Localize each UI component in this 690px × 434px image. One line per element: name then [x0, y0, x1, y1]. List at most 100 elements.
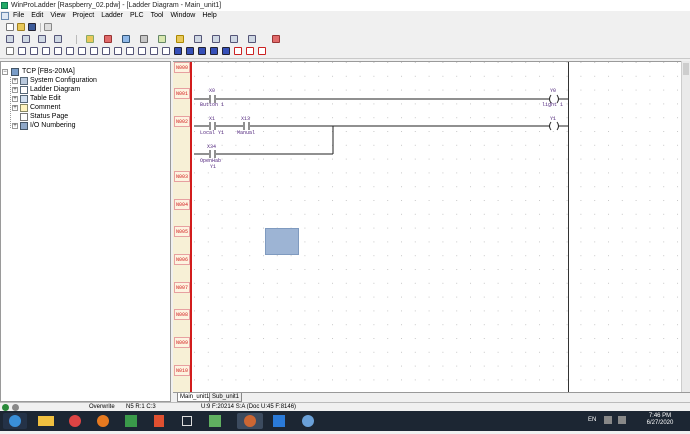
app-outline-icon[interactable] [174, 413, 200, 429]
chrome-icon[interactable] [62, 413, 88, 429]
menu-plc[interactable]: PLC [130, 11, 144, 21]
parallel-icon[interactable] [90, 47, 98, 55]
vertical-scrollbar[interactable] [681, 61, 690, 392]
vertical-line-icon[interactable] [150, 47, 158, 55]
branch-close-icon[interactable] [78, 47, 86, 55]
print-icon[interactable] [44, 23, 52, 31]
counter-icon[interactable] [210, 47, 218, 55]
tool-g-icon[interactable] [122, 35, 130, 43]
rung-number[interactable]: N003 [174, 171, 190, 182]
contact-down-icon[interactable] [54, 47, 62, 55]
firefox-icon[interactable] [90, 413, 116, 429]
open-icon[interactable] [17, 23, 25, 31]
language-indicator[interactable]: EN [588, 417, 596, 424]
contact-x34-comment-line2: Y1 [210, 164, 217, 170]
tool-a-icon[interactable] [6, 35, 14, 43]
menu-file[interactable]: File [13, 11, 24, 21]
contact-no-icon[interactable] [18, 47, 26, 55]
clock[interactable]: 7:46 PM 6/27/2020 [640, 413, 680, 427]
line-icon[interactable] [114, 47, 122, 55]
cursor-selection[interactable] [265, 228, 299, 255]
new-icon[interactable] [6, 23, 14, 31]
scrollbar-thumb[interactable] [683, 63, 689, 75]
menu-help[interactable]: Help [202, 11, 216, 21]
tool-m-icon[interactable] [230, 35, 238, 43]
winproladder-task-icon[interactable] [202, 413, 228, 429]
rung-number[interactable]: N000 [174, 62, 190, 73]
menu-bar: File Edit View Project Ladder PLC Tool W… [0, 11, 690, 21]
computer-icon [11, 68, 19, 76]
tool-b-icon[interactable] [22, 35, 30, 43]
rung-number[interactable]: N010 [174, 365, 190, 376]
delete-vertical-icon[interactable] [246, 47, 254, 55]
expand-icon[interactable]: + [12, 87, 18, 93]
tool-f-icon[interactable] [104, 35, 112, 43]
set-icon[interactable] [174, 47, 182, 55]
delete-x-icon[interactable] [234, 47, 242, 55]
rung-number[interactable]: N004 [174, 199, 190, 210]
tool-l-icon[interactable] [212, 35, 220, 43]
app-red-icon[interactable] [146, 413, 172, 429]
tool-e-icon[interactable] [86, 35, 94, 43]
coil-y0-address[interactable]: Y0 [550, 88, 556, 94]
rung-number[interactable]: N002 [174, 116, 190, 127]
contact-x0-address[interactable]: X0 [209, 88, 215, 94]
rung-number[interactable]: N007 [174, 282, 190, 293]
menu-view[interactable]: View [50, 11, 65, 21]
contact-nc-icon[interactable] [30, 47, 38, 55]
coil-icon[interactable] [126, 47, 134, 55]
expand-icon[interactable]: + [12, 105, 18, 111]
gear-icon [20, 77, 28, 85]
volume-icon[interactable] [618, 416, 626, 424]
menu-tool[interactable]: Tool [151, 11, 164, 21]
save-icon[interactable] [28, 23, 36, 31]
contact-x13-address[interactable]: X13 [241, 116, 250, 122]
rung-number[interactable]: N008 [174, 309, 190, 320]
reset-icon[interactable] [186, 47, 194, 55]
app-globe-icon[interactable] [295, 413, 321, 429]
menu-project[interactable]: Project [72, 11, 94, 21]
pointer-icon[interactable] [6, 47, 14, 55]
tool-c-icon[interactable] [38, 35, 46, 43]
contact-x34-address[interactable]: X34 [207, 144, 216, 150]
menu-window[interactable]: Window [170, 11, 195, 21]
tool-o-icon[interactable] [272, 35, 280, 43]
start-button[interactable] [3, 413, 27, 429]
expand-icon[interactable]: + [12, 78, 18, 84]
app-tree-icon[interactable] [118, 413, 144, 429]
horizontal-line-icon[interactable] [162, 47, 170, 55]
tool-d-icon[interactable] [54, 35, 62, 43]
tool-n-icon[interactable] [248, 35, 256, 43]
tab-main-unit1[interactable]: Main_unit1 [177, 393, 213, 402]
branch-icon[interactable] [66, 47, 74, 55]
delete-line-icon[interactable] [258, 47, 266, 55]
contact-up-icon[interactable] [42, 47, 50, 55]
rung-number[interactable]: N006 [174, 254, 190, 265]
app-pie-icon[interactable] [237, 413, 263, 429]
expand-icon[interactable]: + [12, 123, 18, 129]
vscode-icon[interactable] [266, 413, 292, 429]
expand-icon[interactable]: + [12, 96, 18, 102]
menu-ladder[interactable]: Ladder [101, 11, 123, 21]
zoom-icon[interactable] [12, 404, 19, 411]
coil-y1-address[interactable]: Y1 [550, 116, 556, 122]
tab-sub-unit1[interactable]: Sub_unit1 [209, 393, 243, 402]
network-icon[interactable] [604, 416, 612, 424]
parallel-nc-icon[interactable] [102, 47, 110, 55]
coil-not-icon[interactable] [138, 47, 146, 55]
tool-h-icon[interactable] [140, 35, 148, 43]
contact-x1-address[interactable]: X1 [209, 116, 215, 122]
tool-j-icon[interactable] [176, 35, 184, 43]
menu-edit[interactable]: Edit [31, 11, 43, 21]
ladder-diagram[interactable]: X0 Button 1 Y0 light 1 X1 Local Y1 X13 M… [173, 61, 690, 393]
function-icon[interactable] [222, 47, 230, 55]
file-explorer-icon[interactable] [33, 413, 59, 429]
tool-k-icon[interactable] [194, 35, 202, 43]
rung-number[interactable]: N001 [174, 88, 190, 99]
tool-i-icon[interactable] [158, 35, 166, 43]
rung-number-column: N000 N001 N002 N003 N004 N005 N006 N007 … [173, 62, 192, 393]
timer-icon[interactable] [198, 47, 206, 55]
rung-number[interactable]: N005 [174, 226, 190, 237]
collapse-icon[interactable]: − [2, 69, 8, 75]
rung-number[interactable]: N009 [174, 337, 190, 348]
